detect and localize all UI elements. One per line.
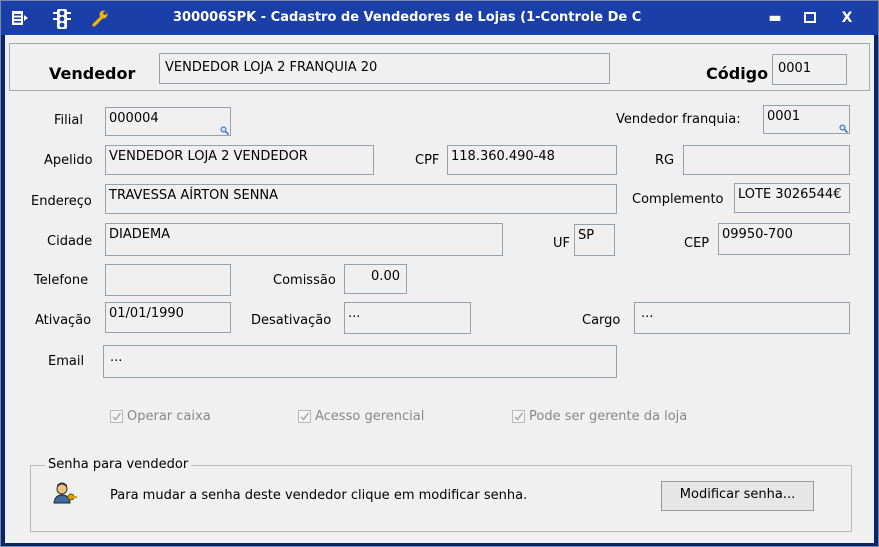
uf-field[interactable]: SP [574,224,615,256]
cidade-label: Cidade [47,234,93,249]
traffic-light-icon[interactable] [53,9,71,29]
cpf-field[interactable]: 118.360.490-48 [447,145,617,175]
cidade-field[interactable]: DIADEMA [105,223,503,256]
acesso-gerencial-label: Acesso gerencial [315,409,425,424]
minimize-button[interactable]: ▬ [763,7,787,29]
pode-ser-gerente-label: Pode ser gerente da loja [529,409,688,424]
pode-ser-gerente-checkbox[interactable]: Pode ser gerente da loja [512,409,687,424]
complemento-label: Complemento [632,192,724,207]
telefone-label: Telefone [34,273,89,288]
application-window: 300006SPK - Cadastro de Vendedores de Lo… [0,0,879,547]
apelido-field[interactable]: VENDEDOR LOJA 2 VENDEDOR [105,145,374,175]
cep-label: CEP [684,236,710,251]
vendedor-franquia-value: 0001 [767,109,801,124]
checkbox-box[interactable] [512,410,525,423]
lookup-icon[interactable] [839,124,848,133]
filial-value: 000004 [109,111,159,126]
operar-caixa-checkbox[interactable]: Operar caixa [110,409,211,424]
filial-field[interactable]: 000004 [105,107,231,136]
cargo-label: Cargo [582,313,621,328]
vendedor-name-field[interactable]: VENDEDOR LOJA 2 FRANQUIA 20 [159,53,610,84]
user-key-icon [53,482,77,508]
ativacao-field[interactable]: 01/01/1990 [105,302,231,333]
wrench-icon[interactable] [91,9,109,27]
maximize-button[interactable] [798,7,822,29]
close-button[interactable]: X [835,7,859,29]
checkbox-box[interactable] [298,410,311,423]
operar-caixa-label: Operar caixa [127,409,211,424]
lookup-icon[interactable] [220,126,229,135]
filial-label: Filial [54,113,83,128]
uf-label: UF [553,236,570,251]
endereco-field[interactable]: TRAVESSA AÍRTON SENNA [105,184,617,214]
acesso-gerencial-checkbox[interactable]: Acesso gerencial [298,409,424,424]
desativacao-field[interactable]: ··· [344,302,471,334]
cep-field[interactable]: 09950-700 [718,223,850,255]
complemento-field[interactable]: LOTE 3026544€ [734,183,850,213]
telefone-field[interactable] [105,264,231,296]
senha-message: Para mudar a senha deste vendedor clique… [110,488,528,503]
email-field[interactable]: ··· [103,345,617,378]
window-title: 300006SPK - Cadastro de Vendedores de Lo… [173,10,642,25]
ativacao-label: Ativação [35,313,92,328]
endereco-label: Endereço [31,194,92,209]
codigo-field[interactable]: 0001 [772,54,847,85]
apelido-label: Apelido [44,153,93,168]
rg-field[interactable] [683,145,850,175]
modificar-senha-button[interactable]: Modificar senha... [661,481,814,511]
vendedor-franquia-label: Vendedor franquia: [616,112,741,127]
cpf-label: CPF [415,153,440,168]
checkbox-box[interactable] [110,410,123,423]
rg-label: RG [655,153,675,168]
vendedor-label: Vendedor [49,64,136,83]
checkmark-icon [300,412,310,421]
checkmark-icon [514,412,524,421]
comissao-field[interactable]: 0.00 [344,264,407,294]
vendedor-franquia-field[interactable]: 0001 [763,105,850,134]
form-area: Vendedor VENDEDOR LOJA 2 FRANQUIA 20 Cód… [5,35,874,543]
desativacao-label: Desativação [251,313,332,328]
title-bar[interactable]: 300006SPK - Cadastro de Vendedores de Lo… [1,1,878,35]
senha-group-title: Senha para vendedor [45,457,192,472]
cargo-field[interactable]: ··· [634,302,850,334]
email-label: Email [48,354,85,369]
comissao-label: Comissão [273,273,336,288]
checkmark-icon [112,412,122,421]
menu-icon[interactable] [11,9,29,27]
codigo-label: Código [706,64,769,83]
